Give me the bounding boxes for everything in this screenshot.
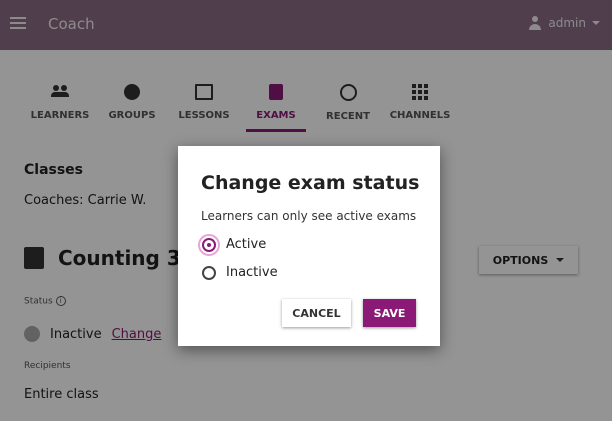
radio-label-active: Active [226, 237, 267, 252]
radio-label-inactive: Inactive [226, 265, 278, 280]
cancel-button[interactable]: CANCEL [282, 299, 351, 327]
save-button[interactable]: SAVE [363, 299, 416, 327]
modal-title: Change exam status [201, 172, 420, 194]
radio-inactive[interactable]: Inactive [202, 265, 278, 280]
change-status-modal: Change exam status Learners can only see… [178, 146, 440, 346]
radio-button-active[interactable] [198, 233, 220, 256]
radio-active[interactable]: Active [198, 233, 267, 256]
radio-button-inactive[interactable] [202, 265, 216, 280]
modal-description: Learners can only see active exams [201, 209, 417, 223]
